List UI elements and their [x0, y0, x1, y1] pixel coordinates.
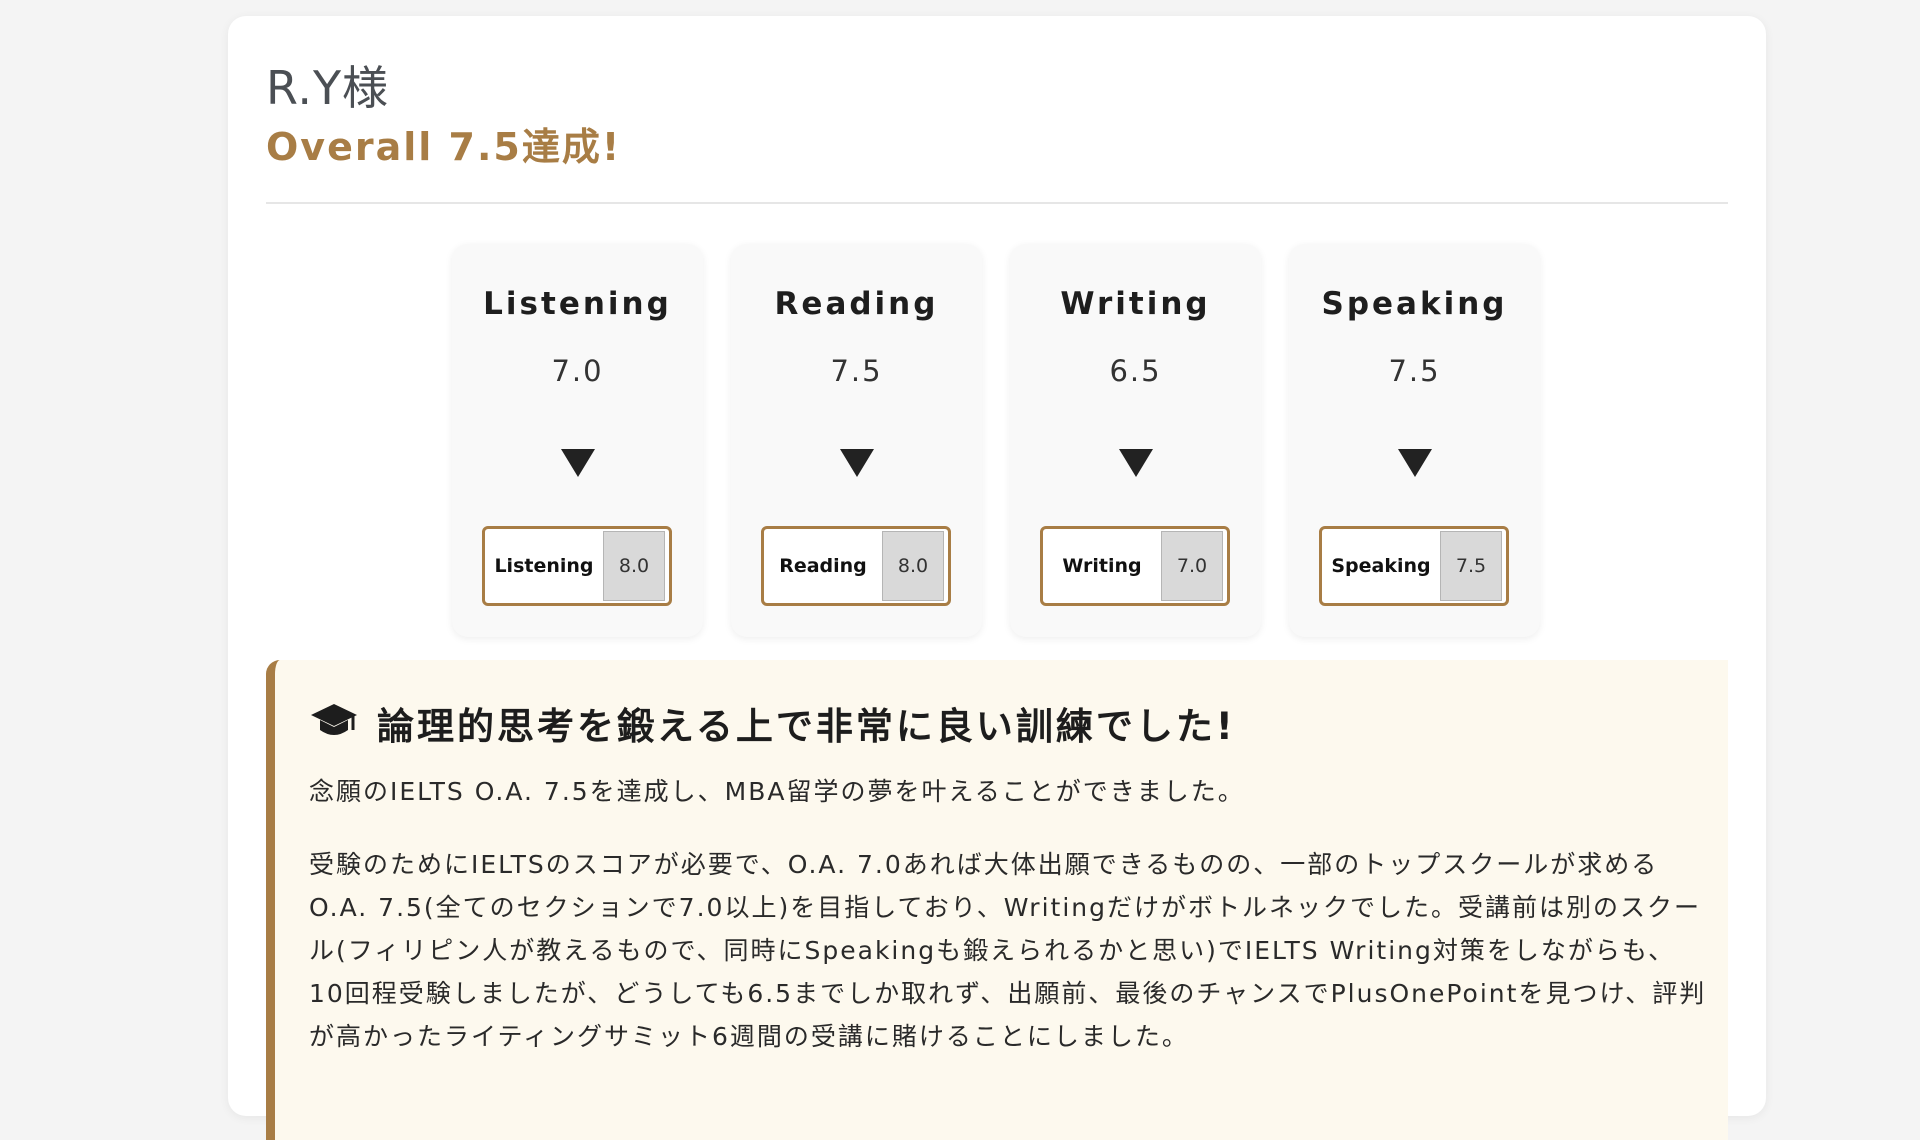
arrow-down-icon [839, 449, 874, 477]
score-card-reading: Reading 7.5 Reading 8.0 [731, 244, 982, 637]
testimonial-title: 論理的思考を鍛える上で非常に良い訓練でした! [377, 705, 1236, 748]
score-before: 6.5 [1109, 354, 1162, 388]
score-after-label: Reading [779, 555, 867, 577]
testimonial-box: 論理的思考を鍛える上で非常に良い訓練でした! 念願のIELTS O.A. 7.5… [266, 660, 1728, 1140]
achievement-subtitle: Overall 7.5達成! [266, 125, 622, 169]
graduation-cap-icon [309, 702, 359, 744]
paragraph: 念願のIELTS O.A. 7.5を達成し、MBA留学の夢を叶えることができまし… [309, 777, 1245, 806]
section-title: Listening [483, 286, 672, 322]
score-after-label: Listening [494, 555, 594, 577]
score-after-label: Speaking [1331, 555, 1431, 577]
testimonial-heading: 論理的思考を鍛える上で非常に良い訓練でした! [309, 696, 1236, 750]
score-after-label: Writing [1062, 555, 1142, 577]
score-after-value: 8.0 [882, 531, 944, 601]
score-before: 7.0 [551, 354, 604, 388]
divider [266, 202, 1728, 204]
testimonial-card: R.Y様 Overall 7.5達成! Listening 7.0 Listen… [228, 16, 1766, 1140]
section-title: Speaking [1321, 286, 1508, 322]
section-title: Reading [774, 286, 939, 322]
score-before: 7.5 [1388, 354, 1441, 388]
score-after-box: Listening 8.0 [482, 526, 672, 606]
score-before: 7.5 [830, 354, 883, 388]
score-after-value: 7.5 [1440, 531, 1502, 601]
arrow-down-icon [560, 449, 595, 477]
score-after-box: Reading 8.0 [761, 526, 951, 606]
customer-name: R.Y様 [266, 61, 390, 115]
score-card-listening: Listening 7.0 Listening 8.0 [452, 244, 703, 637]
score-after-value: 8.0 [603, 531, 665, 601]
score-after-box: Writing 7.0 [1040, 526, 1230, 606]
score-card-speaking: Speaking 7.5 Speaking 7.5 [1289, 244, 1540, 637]
testimonial-body: 念願のIELTS O.A. 7.5を達成し、MBA留学の夢を叶えることができまし… [309, 770, 1709, 1088]
section-title: Writing [1060, 286, 1211, 322]
paragraph: 受験のためにIELTSのスコアが必要で、O.A. 7.0あれば大体出願できるもの… [309, 850, 1707, 1051]
score-after-box: Speaking 7.5 [1319, 526, 1509, 606]
score-card-writing: Writing 6.5 Writing 7.0 [1010, 244, 1261, 637]
arrow-down-icon [1118, 449, 1153, 477]
arrow-down-icon [1397, 449, 1432, 477]
score-comparison: Listening 7.0 Listening 8.0 Reading 7.5 … [452, 244, 1540, 637]
score-after-value: 7.0 [1161, 531, 1223, 601]
